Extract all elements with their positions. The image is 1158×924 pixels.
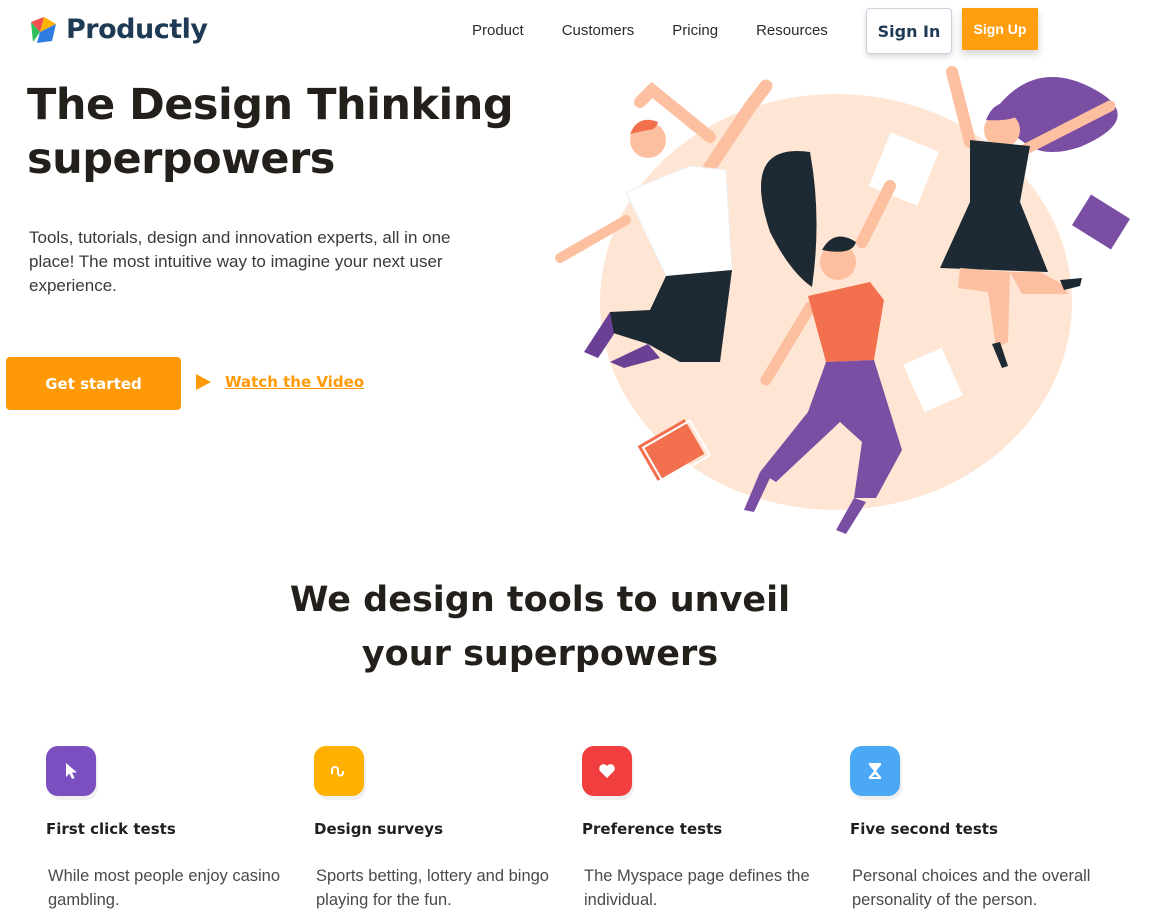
hourglass-icon [850,746,900,796]
brand-name: Productly [66,14,208,45]
sign-in-button[interactable]: Sign In [866,8,952,54]
feature-description: Personal choices and the overall persona… [852,867,1091,909]
feature-title: First click tests [46,820,176,838]
feature-card: First click tests While most people enjo… [46,746,308,912]
stumbleupon-icon [314,746,364,796]
sign-up-button[interactable]: Sign Up [962,8,1038,50]
cursor-icon [46,746,96,796]
hero-title-line1: The Design Thinking [27,80,514,130]
play-icon [196,374,211,390]
feature-description: Sports betting, lottery and bingo playin… [316,867,549,909]
hero-title-line2: superpowers [27,134,335,184]
main-nav: Product Customers Pricing Resources [472,22,866,39]
feature-card: Five second tests Personal choices and t… [850,746,1112,912]
book [1071,194,1131,250]
nav-resources[interactable]: Resources [756,22,828,39]
hero-illustration [555,66,1131,534]
heart-icon [582,746,632,796]
watch-video-link[interactable]: Watch the Video [196,373,364,391]
brand-logo[interactable]: Productly [28,14,208,45]
feature-card: Design surveys Sports betting, lottery a… [314,746,576,912]
section-title: We design tools to unveil your superpowe… [240,573,840,681]
section-title-line1: We design tools to unveil [289,580,791,620]
logo-icon [31,16,56,43]
hero-title: The Design Thinking superpowers [27,78,527,186]
get-started-button[interactable]: Get started [6,357,181,410]
feature-title: Five second tests [850,820,998,838]
section-title-line2: your superpowers [361,634,719,674]
feature-card: Preference tests The Myspace page define… [582,746,844,912]
nav-customers[interactable]: Customers [562,22,635,39]
hero-subtitle: Tools, tutorials, design and innovation … [29,228,451,295]
feature-title: Preference tests [582,820,723,838]
feature-description: While most people enjoy casino gambling. [48,867,281,909]
watch-video-label: Watch the Video [225,373,365,391]
feature-title: Design surveys [314,820,443,838]
nav-product[interactable]: Product [472,22,524,39]
feature-description: The Myspace page defines the individual. [584,867,810,909]
nav-pricing[interactable]: Pricing [672,22,718,39]
